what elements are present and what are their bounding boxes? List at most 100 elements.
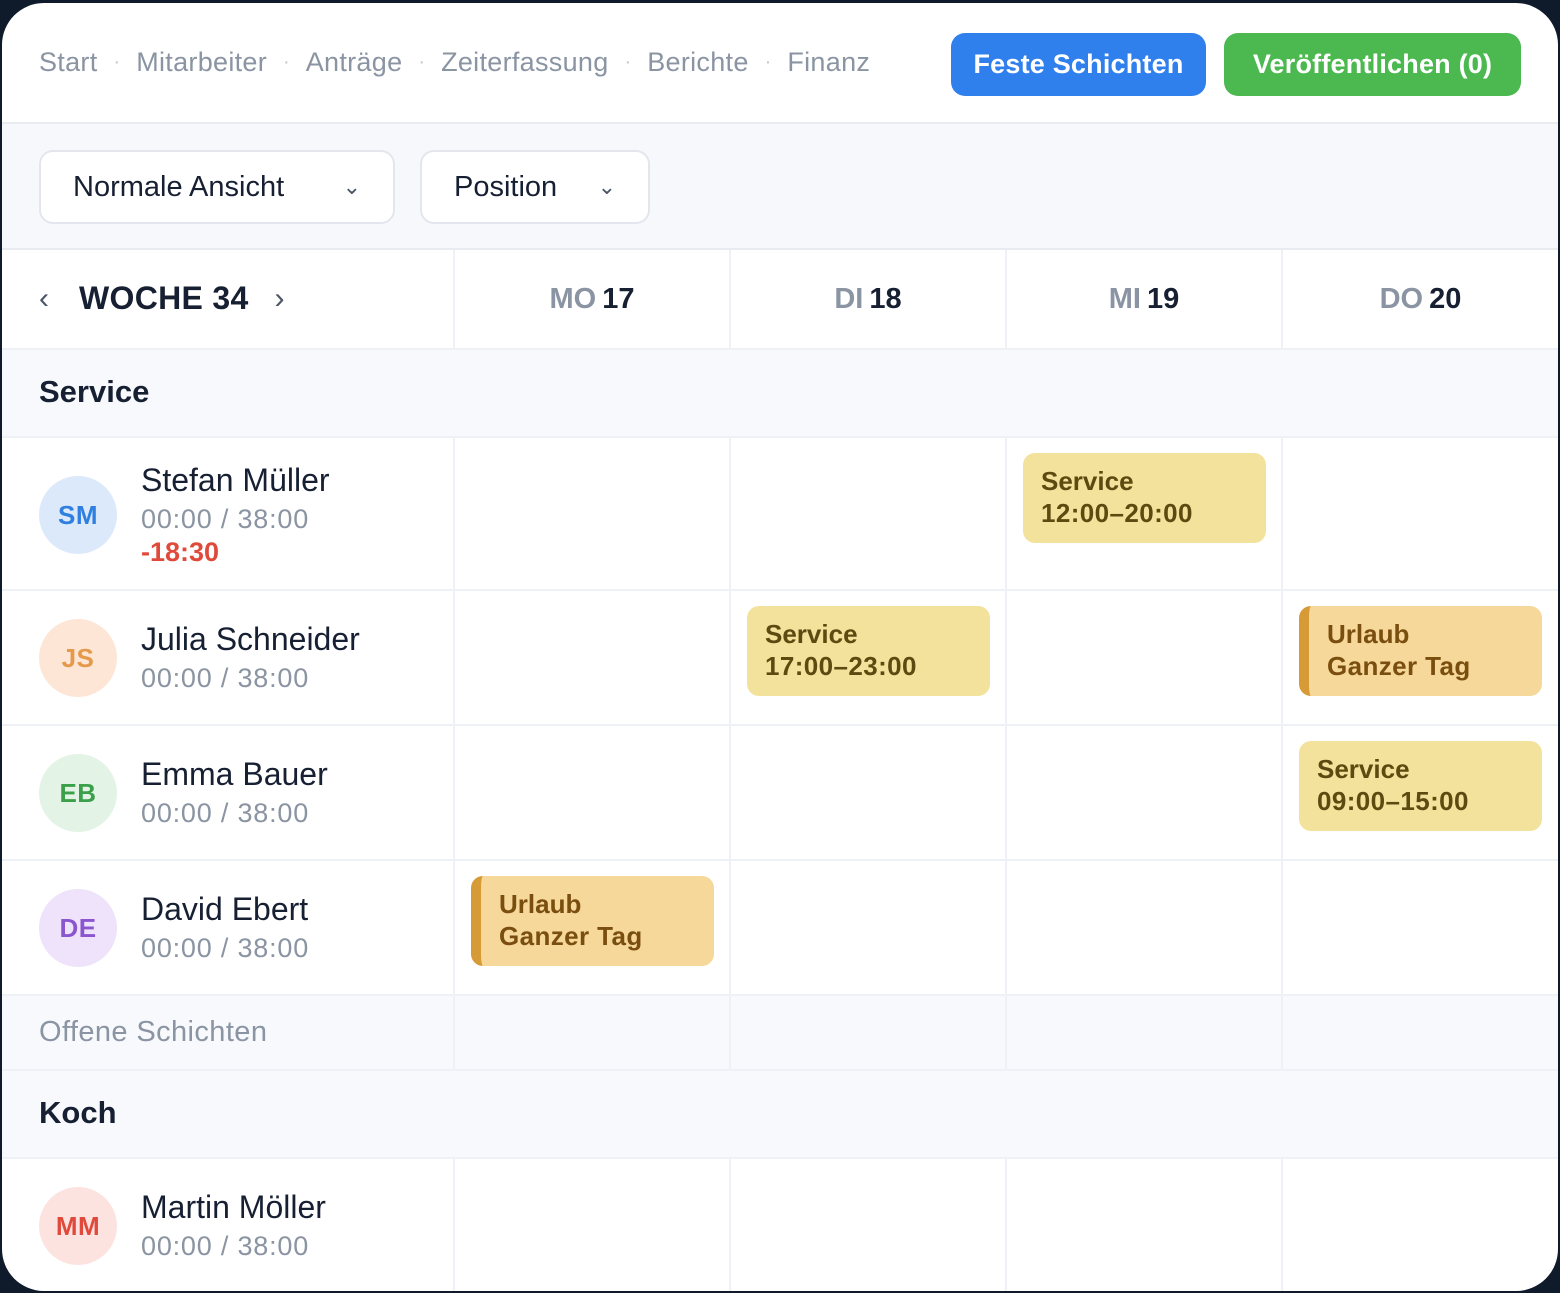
schedule-cell[interactable] <box>453 438 729 589</box>
schedule-cell[interactable] <box>729 1159 1005 1291</box>
employee-hours: 00:00 / 38:00 <box>141 1231 310 1261</box>
day-date: 18 <box>869 282 902 315</box>
employee-name[interactable]: Stefan Müller <box>141 462 330 499</box>
employee-row: EB Emma Bauer 00:00 / 38:00 Service 09:0… <box>2 726 1558 861</box>
open-shift-cell[interactable] <box>1281 996 1558 1069</box>
group-by-select[interactable]: Position ⌄ <box>420 150 650 224</box>
nav-item-requests[interactable]: Anträge <box>306 47 403 78</box>
leave-duration: Ganzer Tag <box>499 921 643 951</box>
shift-time: 12:00–20:00 <box>1041 498 1193 528</box>
employee-row: DE David Ebert 00:00 / 38:00 Urlaub Ganz… <box>2 861 1558 996</box>
employee-name[interactable]: David Ebert <box>141 891 308 928</box>
schedule-grid: ‹ WOCHE 34 › MO 17 DI 18 MI 19 DO 20 Service… <box>2 250 1558 1291</box>
employee-name[interactable]: Martin Möller <box>141 1189 326 1226</box>
schedule-cell[interactable] <box>453 1159 729 1291</box>
group-by-select-value: Position <box>454 170 558 203</box>
leave-duration: Ganzer Tag <box>1327 651 1471 681</box>
employee-hours-diff: -18:30 <box>141 537 220 567</box>
schedule-cell[interactable] <box>729 726 1005 859</box>
chevron-right-icon[interactable]: › <box>275 282 285 316</box>
avatar: EB <box>39 754 117 832</box>
employee-hours: 00:00 / 38:00 <box>141 798 310 828</box>
shift-card[interactable]: Service 09:00–15:00 <box>1299 741 1542 831</box>
fixed-shifts-button[interactable]: Feste Schichten <box>951 33 1206 96</box>
shift-card[interactable]: Service 12:00–20:00 <box>1023 453 1266 543</box>
schedule-cell[interactable] <box>453 591 729 724</box>
employee-row: SM Stefan Müller 00:00 / 38:00 -18:30 Se… <box>2 438 1558 591</box>
chevron-left-icon[interactable]: ‹ <box>39 282 49 316</box>
leave-card[interactable]: Urlaub Ganzer Tag <box>471 876 714 966</box>
open-shift-cell[interactable] <box>453 996 729 1069</box>
nav-separator: · <box>418 51 426 73</box>
group-title: Service <box>39 374 150 409</box>
avatar: MM <box>39 1187 117 1265</box>
day-header: DO 20 <box>1281 250 1558 348</box>
schedule-cell[interactable] <box>1281 438 1558 589</box>
view-select[interactable]: Normale Ansicht ⌄ <box>39 150 395 224</box>
day-header: DI 18 <box>729 250 1005 348</box>
open-shifts-label: Offene Schichten <box>39 1016 268 1048</box>
schedule-cell[interactable]: Service 09:00–15:00 <box>1281 726 1558 859</box>
leave-type: Urlaub <box>499 889 582 919</box>
shift-type: Service <box>765 619 858 649</box>
schedule-cell[interactable] <box>1005 861 1281 994</box>
schedule-cell[interactable]: Urlaub Ganzer Tag <box>1281 591 1558 724</box>
shift-time: 09:00–15:00 <box>1317 786 1469 816</box>
group-title: Koch <box>39 1095 117 1130</box>
shift-card[interactable]: Service 17:00–23:00 <box>747 606 990 696</box>
schedule-cell[interactable] <box>1281 861 1558 994</box>
nav-separator: · <box>283 51 290 73</box>
employee-name[interactable]: Emma Bauer <box>141 756 328 793</box>
nav-item-time-tracking[interactable]: Zeiterfassung <box>441 47 608 78</box>
day-date: 20 <box>1429 282 1462 315</box>
chevron-down-icon: ⌄ <box>597 174 616 199</box>
week-header-row: ‹ WOCHE 34 › MO 17 DI 18 MI 19 DO 20 <box>2 250 1558 350</box>
chevron-down-icon: ⌄ <box>342 174 361 199</box>
week-navigator: ‹ WOCHE 34 › <box>39 280 285 317</box>
schedule-cell[interactable]: Urlaub Ganzer Tag <box>453 861 729 994</box>
nav-item-reports[interactable]: Berichte <box>647 47 748 78</box>
schedule-cell[interactable]: Service 12:00–20:00 <box>1005 438 1281 589</box>
employee-row: MM Martin Möller 00:00 / 38:00 <box>2 1159 1558 1291</box>
employee-name[interactable]: Julia Schneider <box>141 621 360 658</box>
filter-bar: Normale Ansicht ⌄ Position ⌄ <box>2 124 1558 250</box>
employee-hours: 00:00 / 38:00 <box>141 933 310 963</box>
employee-row: JS Julia Schneider 00:00 / 38:00 Service… <box>2 591 1558 726</box>
day-header: MO 17 <box>453 250 729 348</box>
day-date: 19 <box>1146 282 1180 315</box>
group-header-service: Service <box>2 350 1558 438</box>
open-shifts-row: Offene Schichten <box>2 996 1558 1071</box>
schedule-cell[interactable]: Service 17:00–23:00 <box>729 591 1005 724</box>
shift-type: Service <box>1041 466 1134 496</box>
employee-hours: 00:00 / 38:00 <box>141 504 310 534</box>
schedule-cell[interactable] <box>1005 726 1281 859</box>
schedule-cell[interactable] <box>1005 1159 1281 1291</box>
schedule-cell[interactable] <box>1005 591 1281 724</box>
group-header-koch: Koch <box>2 1071 1558 1159</box>
leave-card[interactable]: Urlaub Ganzer Tag <box>1299 606 1542 696</box>
week-label: WOCHE 34 <box>79 280 249 316</box>
day-header: MI 19 <box>1005 250 1281 348</box>
open-shift-cell[interactable] <box>729 996 1005 1069</box>
employee-hours: 00:00 / 38:00 <box>141 663 310 693</box>
schedule-cell[interactable] <box>729 861 1005 994</box>
schedule-cell[interactable] <box>729 438 1005 589</box>
day-date: 17 <box>602 282 635 315</box>
schedule-cell[interactable] <box>453 726 729 859</box>
nav-item-employees[interactable]: Mitarbeiter <box>136 47 267 78</box>
nav-item-start[interactable]: Start <box>39 47 98 78</box>
main-nav: Start · Mitarbeiter · Anträge · Zeiterfa… <box>39 47 870 78</box>
leave-type: Urlaub <box>1327 619 1410 649</box>
nav-separator: · <box>113 51 121 73</box>
nav-separator: · <box>624 51 632 73</box>
shift-type: Service <box>1317 754 1410 784</box>
shift-time: 17:00–23:00 <box>765 651 917 681</box>
nav-item-finance[interactable]: Finanz <box>787 47 870 78</box>
open-shift-cell[interactable] <box>1005 996 1281 1069</box>
day-name: MO <box>549 282 597 315</box>
nav-separator: · <box>764 51 772 73</box>
schedule-cell[interactable] <box>1281 1159 1558 1291</box>
top-navigation-bar: Start · Mitarbeiter · Anträge · Zeiterfa… <box>2 3 1558 124</box>
avatar: JS <box>39 619 117 697</box>
publish-button[interactable]: Veröffentlichen (0) <box>1224 33 1521 96</box>
